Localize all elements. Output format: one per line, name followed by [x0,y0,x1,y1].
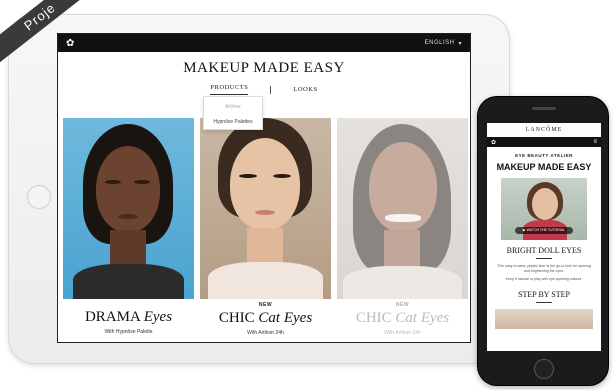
card-subtitle: With Hypnôse Palette [104,329,153,335]
ipad-screen: ✿ ENGLISH ▾ MAKEUP MADE EASY PRODUCTS LO… [57,33,471,343]
mockup-stage: Proje ✿ ENGLISH ▾ MAKEUP MADE EASY PRODU… [0,0,614,390]
card-title: DRAMA Eyes [84,309,173,325]
iphone-screen: LANCÔME ✿ ≡ EYE BEAUTY ATELIER MAKEUP MA… [487,123,601,351]
tab-divider [270,85,272,94]
top-bar: ✿ ENGLISH ▾ [58,34,470,52]
card-title: CHIC Cat Eyes [218,310,313,326]
dropdown-item-hypnose[interactable]: Hypnôse Palettes [204,119,262,125]
products-dropdown: Artliner Hypnôse Palettes [203,96,263,130]
look-card-drama[interactable]: DRAMA Eyes With Hypnôse Palette [63,118,194,342]
language-selector[interactable]: ENGLISH ▾ [425,40,462,47]
divider [536,302,552,303]
model-photo [337,118,468,299]
section-title: BRIGHT DOLL EYES [506,246,582,255]
tab-products[interactable]: PRODUCTS [210,84,249,95]
brand-logo: LANCÔME [487,123,601,137]
look-cards: DRAMA Eyes With Hypnôse Palette NEW CHIC… [63,118,468,342]
step-thumbnail [495,309,593,329]
section-body: This easy-to-wear, playful liner is the … [497,264,591,273]
ipad-device: ✿ ENGLISH ▾ MAKEUP MADE EASY PRODUCTS LO… [8,14,510,364]
look-card-chic[interactable]: NEW CHIC Cat Eyes With Artliner 24h [200,118,331,342]
section-kicker: EYE BEAUTY ATELIER [515,153,573,158]
language-label: ENGLISH [424,40,455,46]
step-title: STEP BY STEP [518,290,570,299]
rose-icon[interactable]: ✿ [66,38,74,49]
card-title: CHIC Cat Eyes [355,310,450,326]
section-body-2: Keep it natural or play with eye-opening… [505,277,583,281]
speaker [532,107,556,110]
mobile-top-bar: ✿ ≡ [487,137,601,147]
nav-tabs: PRODUCTS LOOKS [58,84,470,95]
tab-looks[interactable]: LOOKS [293,86,317,93]
watch-tutorial-button[interactable]: ▶ WATCH THE TUTORIAL [515,227,573,234]
mobile-page-title: MAKEUP MADE EASY [496,162,592,172]
new-badge: NEW [395,302,410,308]
card-subtitle: With Artliner 24h [384,330,421,336]
menu-icon[interactable]: ≡ [593,139,597,145]
home-button[interactable] [27,185,51,209]
model-photo [200,118,331,299]
iphone-device: LANCÔME ✿ ≡ EYE BEAUTY ATELIER MAKEUP MA… [477,96,609,386]
dropdown-item-artliner[interactable]: Artliner [204,104,262,110]
new-badge: NEW [258,302,273,308]
rose-icon[interactable]: ✿ [491,139,496,146]
model-photo [63,118,194,299]
chevron-down-icon: ▾ [458,40,462,47]
home-button[interactable] [534,359,554,379]
divider [536,258,552,259]
card-subtitle: With Artliner 24h [247,330,284,336]
page-title: MAKEUP MADE EASY [183,60,345,76]
look-card-chic-2[interactable]: NEW CHIC Cat Eyes With Artliner 24h [337,118,468,342]
tutorial-video[interactable]: ▶ WATCH THE TUTORIAL [501,178,587,240]
